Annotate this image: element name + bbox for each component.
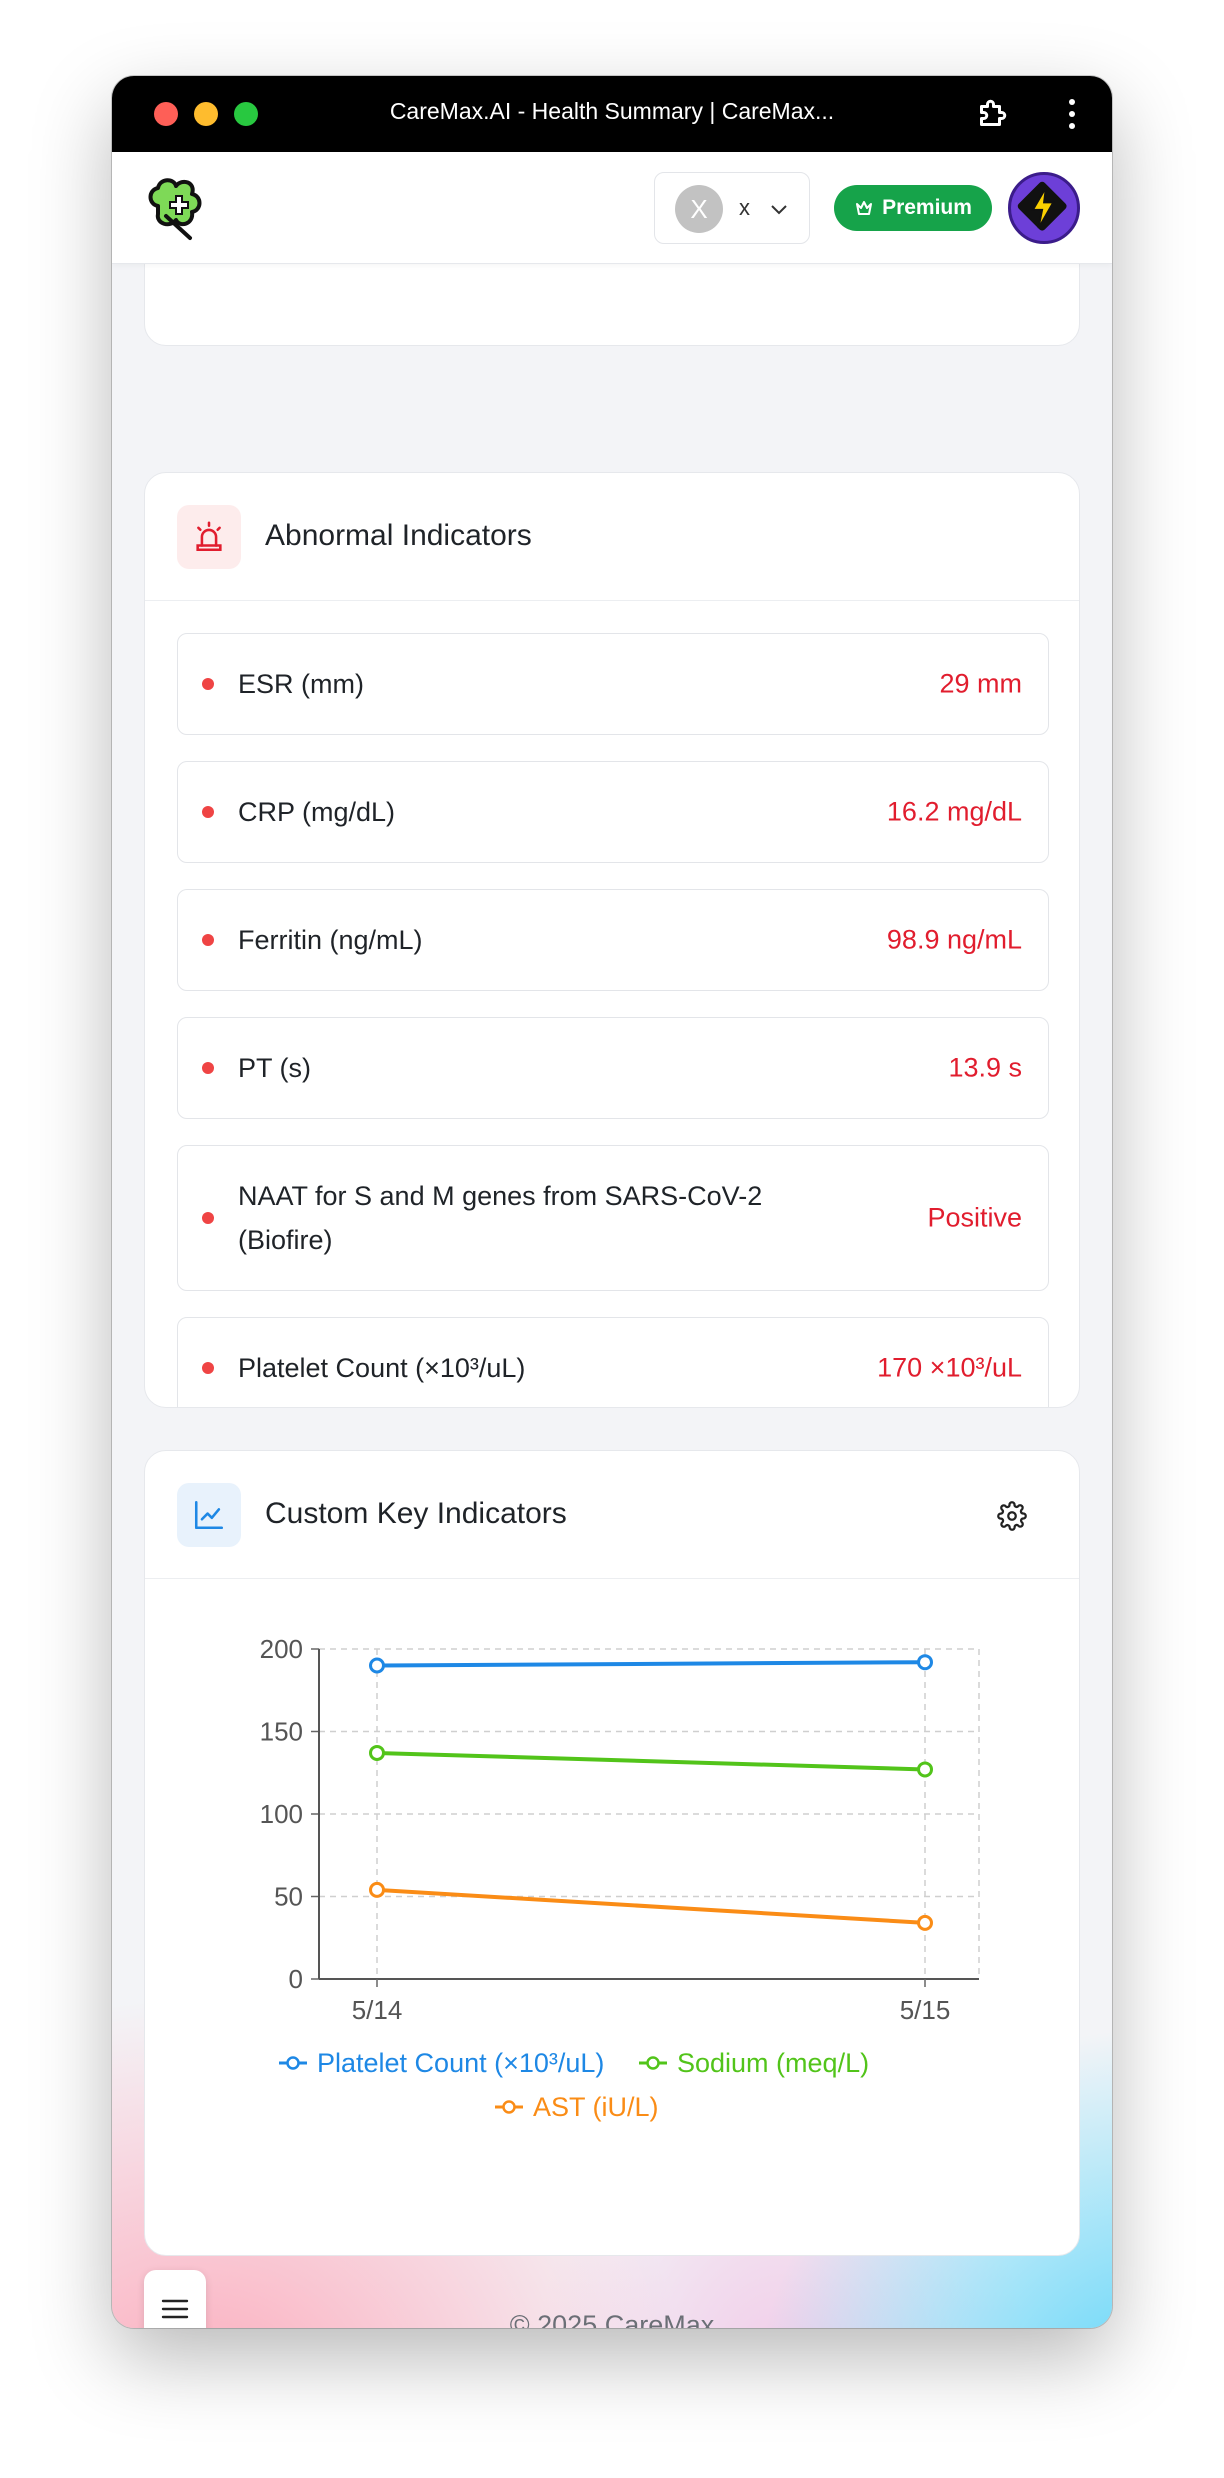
- indicator-value: 98.9 ng/mL: [886, 924, 1022, 955]
- footer-copyright: © 2025 CareMax: [509, 2310, 715, 2328]
- legend-label: Sodium (meq/L): [677, 2048, 869, 2078]
- y-tick-label: 200: [260, 1634, 303, 1664]
- list-item[interactable]: Ferritin (ng/mL) 98.9 ng/mL: [177, 889, 1049, 991]
- indicator-value: 16.2 mg/dL: [886, 796, 1022, 827]
- extension-puzzle-icon[interactable]: [974, 96, 1010, 132]
- data-point: [369, 1881, 385, 1898]
- abnormal-indicators-title: Abnormal Indicators: [265, 519, 532, 552]
- indicator-value: 29 mm: [939, 668, 1022, 699]
- user-name: x: [739, 195, 750, 220]
- list-item[interactable]: PT (s) 13.9 s: [177, 1017, 1049, 1119]
- browser-window: CareMax.AI - Health Summary | CareMax...…: [112, 76, 1112, 2328]
- user-switcher[interactable]: X x: [654, 172, 810, 244]
- more-options-icon[interactable]: [1062, 96, 1082, 132]
- profile-avatar[interactable]: [1008, 172, 1080, 244]
- list-item[interactable]: CRP (mg/dL) 16.2 mg/dL: [177, 761, 1049, 863]
- alert-dot: [202, 1212, 214, 1224]
- indicator-name: NAAT for S and M genes from SARS-CoV-2 (…: [238, 1181, 763, 1255]
- x-tick-label: 5/15: [900, 1995, 951, 2025]
- card-header: Abnormal Indicators: [145, 473, 1079, 601]
- y-tick-label: 100: [260, 1799, 303, 1829]
- gear-icon[interactable]: [997, 1501, 1027, 1531]
- data-point: [369, 1744, 385, 1761]
- list-item[interactable]: Platelet Count (×10³/uL) 170 ×10³/uL: [177, 1317, 1049, 1407]
- user-avatar: X: [675, 185, 723, 233]
- data-point: [917, 1654, 933, 1671]
- data-point: [917, 1761, 933, 1778]
- indicator-value: 170 ×10³/uL: [877, 1352, 1022, 1383]
- minimize-window-button[interactable]: [194, 102, 218, 126]
- legend-marker-dot: [646, 2056, 660, 2070]
- custom-key-indicators-card: Custom Key Indicators 0 50 100 150 200 5/14 5/…: [144, 1450, 1080, 2256]
- indicator-value: 13.9 s: [948, 1052, 1022, 1083]
- premium-label: Premium: [882, 196, 972, 219]
- series-line: [376, 1887, 926, 1925]
- lightning-badge-icon: [1017, 181, 1067, 231]
- chevron-down-icon: [771, 205, 787, 215]
- title-bar: CareMax.AI - Health Summary | CareMax...: [112, 76, 1112, 152]
- legend-marker-dot: [286, 2056, 300, 2070]
- custom-key-indicators-title: Custom Key Indicators: [265, 1497, 567, 1530]
- indicator-name: CRP (mg/dL): [238, 797, 396, 827]
- abnormal-indicators-list: ESR (mm) 29 mm CRP (mg/dL) 16.2 mg/dL Fe…: [177, 633, 1049, 1407]
- window-title: CareMax.AI - Health Summary | CareMax...: [389, 98, 835, 124]
- data-point: [369, 1657, 385, 1674]
- previous-card: [144, 264, 1080, 346]
- indicator-value: Positive: [927, 1202, 1022, 1233]
- close-window-button[interactable]: [154, 102, 178, 126]
- legend-label: AST (iU/L): [533, 2092, 659, 2122]
- caremax-logo-icon[interactable]: [144, 176, 208, 242]
- maximize-window-button[interactable]: [234, 102, 258, 126]
- y-tick-label: 0: [289, 1964, 303, 1994]
- list-item[interactable]: ESR (mm) 29 mm: [177, 633, 1049, 735]
- premium-button[interactable]: Premium: [834, 185, 992, 231]
- alert-dot: [202, 678, 214, 690]
- crown-icon: [856, 201, 873, 215]
- indicator-name: Ferritin (ng/mL): [238, 925, 423, 955]
- indicator-name: Platelet Count (×10³/uL): [238, 1353, 526, 1383]
- series-line: [376, 1750, 926, 1772]
- data-point: [917, 1914, 933, 1931]
- legend-marker-dot: [502, 2100, 516, 2114]
- app-header: X x Premium: [112, 152, 1112, 264]
- siren-icon: [177, 505, 241, 569]
- alert-dot: [202, 1362, 214, 1374]
- alert-dot: [202, 806, 214, 818]
- legend-label: Platelet Count (×10³/uL): [317, 2048, 604, 2078]
- alert-dot: [202, 1062, 214, 1074]
- abnormal-indicators-card: Abnormal Indicators ESR (mm) 29 mm CRP (…: [144, 472, 1080, 1408]
- line-chart-icon: [177, 1483, 241, 1547]
- list-item[interactable]: NAAT for S and M genes from SARS-CoV-2 (…: [177, 1145, 1049, 1291]
- main-content: Abnormal Indicators ESR (mm) 29 mm CRP (…: [112, 264, 1112, 2328]
- indicator-name: PT (s): [238, 1053, 311, 1083]
- indicator-name: ESR (mm): [238, 669, 364, 699]
- series-line: [376, 1660, 926, 1668]
- card-header: Custom Key Indicators: [145, 1451, 1079, 1579]
- y-tick-label: 150: [260, 1717, 303, 1747]
- x-tick-label: 5/14: [352, 1995, 403, 2025]
- y-tick-label: 50: [274, 1882, 303, 1912]
- key-indicators-chart: 0 50 100 150 200 5/14 5/15 Platelet Count (×10³…: [260, 1634, 980, 2122]
- alert-dot: [202, 934, 214, 946]
